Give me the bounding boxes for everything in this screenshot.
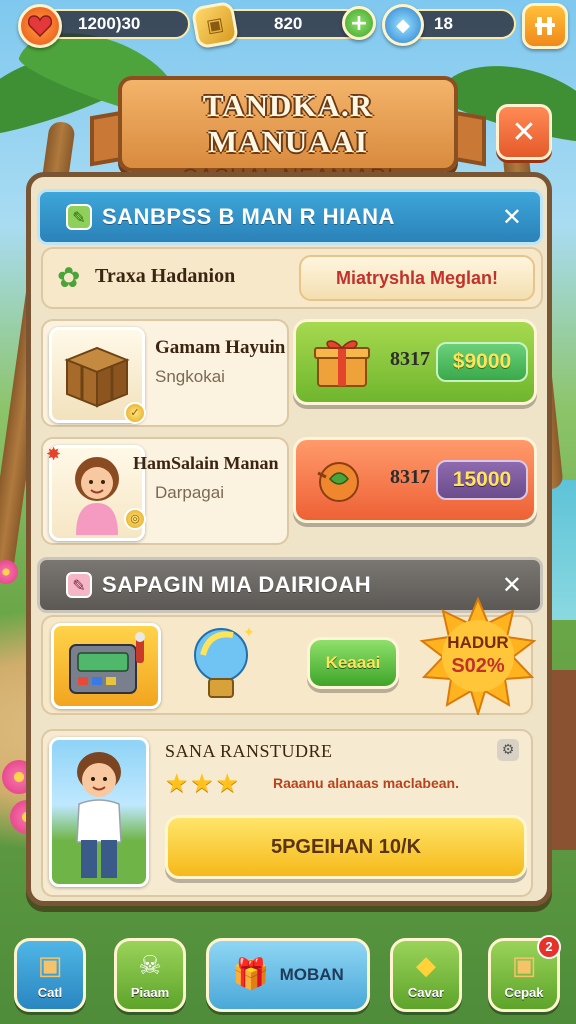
gold-block-icon: ▣: [190, 0, 240, 50]
feature-button-label: 5PGEIHAN 10/K: [270, 835, 422, 858]
skull-icon: ☠: [138, 950, 162, 981]
section-2-title: SAPAGIN MIA DAIRIOAH: [102, 572, 372, 597]
boy-thumbnail: [49, 737, 149, 887]
ticket-icon: ◆: [416, 950, 436, 981]
item-1-desc: Sngkokai: [155, 367, 225, 386]
settings-icon[interactable]: ⚙: [497, 739, 519, 761]
item-2-desc: Darpagai: [155, 483, 224, 502]
gift-icon: 🎁: [232, 957, 270, 992]
svg-text:✦: ✦: [243, 625, 255, 641]
section-1-header: ✎ SANBPSS B MAN R HIANA ✕: [37, 189, 543, 245]
star-rating: ★★★: [165, 769, 241, 799]
slot-machine-icon: [69, 632, 145, 694]
section-2-close-icon[interactable]: ✕: [502, 571, 522, 599]
wooden-crate-icon: [64, 346, 130, 408]
price-tag-1: $9000: [436, 342, 528, 382]
nav-label: Piaam: [130, 984, 170, 1000]
coin-icon: ✓: [124, 402, 146, 424]
price-2: 15000: [452, 468, 512, 491]
tab-label: Traxa Hadanion: [95, 265, 236, 287]
boy-avatar-icon: [76, 752, 122, 878]
title-banner: TANDKA.R MANUAAI CASUAL NEANIARI: [118, 76, 458, 189]
nav-label: Catl: [37, 984, 63, 1000]
nav-item-piaam[interactable]: ☠ Piaam: [114, 938, 186, 1012]
buy-button-2[interactable]: 8317 15000: [293, 437, 537, 523]
nav-label: Cepak: [504, 984, 544, 1000]
nav-item-cavar[interactable]: ◆ Cavar: [390, 938, 462, 1012]
tab-row: ✿ Traxa Hadanion Miatryshla Meglan!: [41, 247, 543, 309]
lives-counter: 1200)30: [40, 9, 190, 39]
nav-item-catl[interactable]: ▣ Catl: [14, 938, 86, 1012]
feature-button[interactable]: 5PGEIHAN 10/K: [165, 815, 527, 879]
lightbulb-icon: ✦: [194, 625, 255, 698]
nav-label: MOBAN: [279, 965, 344, 984]
gems-value: 18: [434, 14, 453, 33]
buy-button-1[interactable]: 8317 $9000: [293, 319, 537, 405]
menu-icon[interactable]: [522, 3, 568, 49]
tab-button[interactable]: Miatryshla Meglan!: [299, 255, 535, 301]
feature-card: SANA RANSTUDRE ⚙ ★★★ Raaanu alanaas macl…: [41, 729, 533, 897]
badge-line-1: HADUR: [447, 633, 509, 652]
machine-thumbnail: [51, 623, 161, 709]
nav-label: Cavar: [407, 984, 445, 1000]
action-button-label: Keaaai: [325, 653, 381, 672]
tab-button-label: Miatryshla Meglan!: [335, 267, 499, 288]
section-1-close-icon[interactable]: ✕: [502, 203, 522, 231]
coins-value: 820: [274, 14, 303, 33]
item-2-name: HamSalain Manan: [133, 453, 279, 473]
crate-icon: ▣: [37, 950, 63, 981]
nav-item-moban[interactable]: 🎁 MOBAN: [206, 938, 370, 1012]
item-1-name: Gamam Hayuin: [155, 337, 286, 358]
fruit-icon: [317, 462, 359, 502]
crate-thumbnail: ✓: [49, 327, 146, 424]
note-badge-icon: ✎: [66, 572, 92, 598]
close-icon[interactable]: ✕: [496, 104, 552, 160]
leaf-badge-icon: ✎: [66, 204, 92, 230]
girl-avatar-icon: [75, 457, 119, 535]
shop-item-crate: ✓ Gamam Hayuin Sngkokai: [41, 319, 289, 427]
buy-code-1: 8317: [390, 348, 430, 370]
coin-icon: ◎: [124, 508, 146, 530]
game-title: TANDKA.R MANUAAI: [202, 88, 374, 159]
gift-box-icon: [314, 340, 370, 387]
price-1: $9000: [452, 350, 512, 373]
heart-icon[interactable]: [18, 4, 62, 48]
blue-gem-icon: ◆: [382, 4, 424, 46]
character-thumbnail: ✸ ◎: [46, 444, 146, 541]
shop-item-character: ✸ ◎ HamSalain Manan Darpagai: [41, 437, 289, 545]
discount-badge[interactable]: HADUR S02%: [419, 596, 537, 718]
plus-icon[interactable]: +: [342, 6, 376, 40]
resource-bar: 1200)30 820 ▣ + 18 ◆: [0, 0, 576, 52]
sparkle-icon: ✸: [46, 444, 62, 465]
notification-badge: 2: [537, 935, 561, 959]
flower: [0, 560, 18, 584]
feature-desc: Raaanu alanaas maclabean.: [273, 775, 459, 791]
box-icon: ▣: [511, 950, 537, 981]
section-1-title: SANBPSS B MAN R HIANA: [102, 204, 395, 229]
badge-line-2: S02%: [451, 655, 505, 677]
shop-panel: ✎ SANBPSS B MAN R HIANA ✕ ✿ Traxa Hadani…: [26, 172, 552, 906]
price-tag-2: 15000: [436, 460, 528, 500]
buy-code-2: 8317: [390, 466, 430, 488]
action-button[interactable]: Keaaai: [307, 637, 399, 689]
clover-icon: ✿: [57, 261, 81, 294]
lives-value: 1200)30: [78, 14, 141, 33]
feature-title: SANA RANSTUDRE: [165, 741, 333, 761]
nav-item-cepak[interactable]: ▣ Cepak 2: [488, 935, 561, 1012]
